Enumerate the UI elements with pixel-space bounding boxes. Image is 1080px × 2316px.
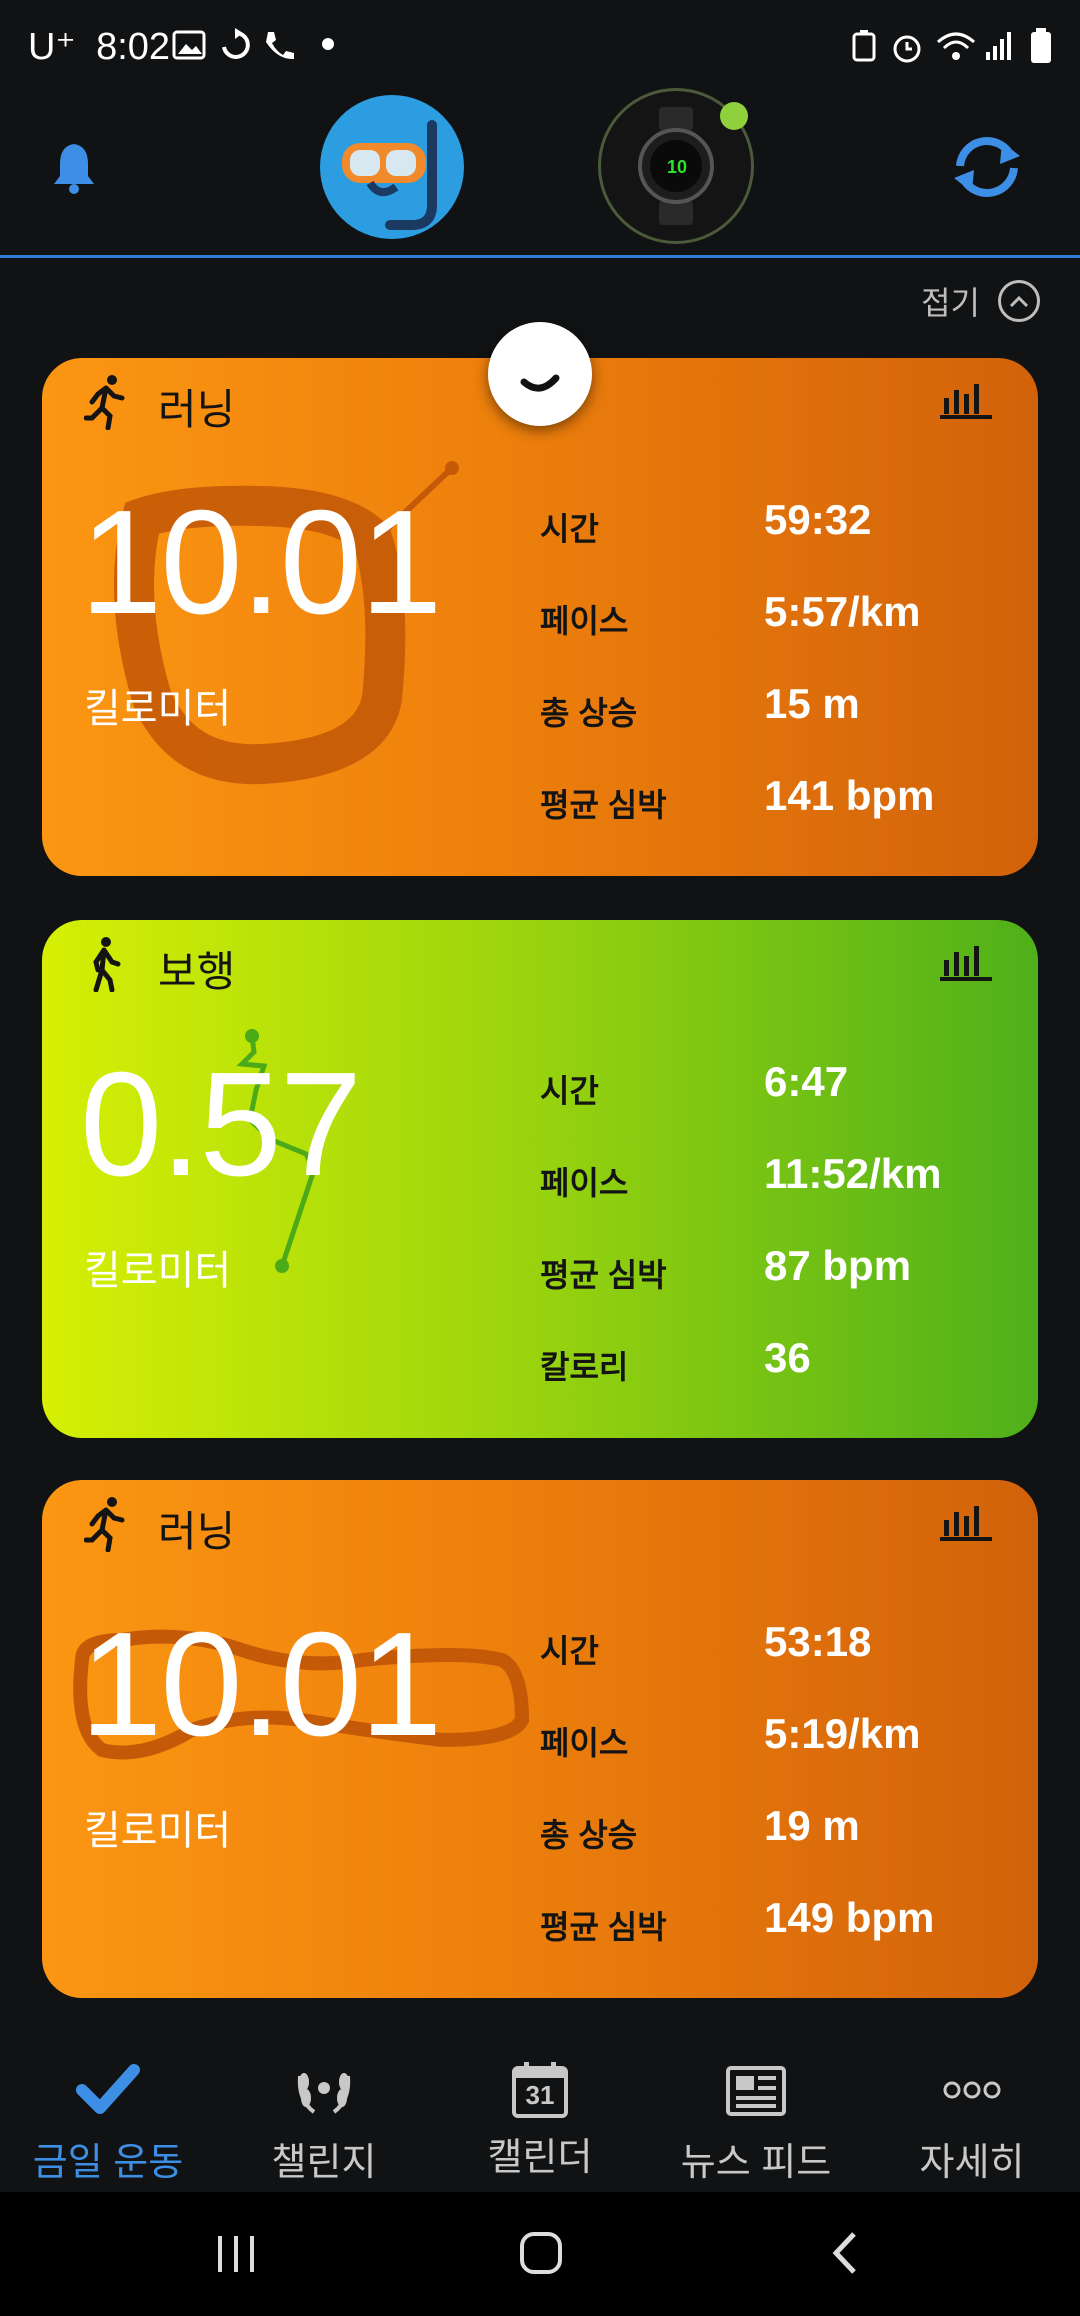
activity-card-running-1[interactable]: 러닝 10.01 킬로미터 시간 59:32 페이스 5:57/km 총 상승 … [42, 358, 1038, 876]
nav-calendar[interactable]: 31 캘린더 [432, 2062, 648, 2181]
more-icon [943, 2081, 1001, 2099]
calendar-day: 31 [525, 2080, 555, 2110]
collapse-toggle[interactable]: 접기 [921, 278, 1040, 324]
stat-label: 페이스 [540, 603, 629, 639]
activity-card-running-2[interactable]: 러닝 10.01 킬로미터 시간 53:18 페이스 5:19/km 총 상승 … [42, 1480, 1038, 1998]
nav-challenges[interactable]: 챌린지 [216, 2062, 432, 2186]
nav-label: 캘린더 [487, 2137, 593, 2179]
distance-unit: 킬로미터 [84, 1809, 232, 1853]
gallery-icon [172, 30, 206, 65]
nav-more[interactable]: 자세히 [864, 2062, 1080, 2186]
alarm-icon [890, 30, 924, 69]
stat-label: 총 상승 [540, 695, 638, 731]
collapse-label: 접기 [921, 285, 980, 321]
stat-label: 평균 심박 [540, 1909, 667, 1945]
notification-dot [322, 38, 334, 50]
back-icon[interactable] [828, 2230, 862, 2281]
sync-status-icon [218, 28, 252, 67]
stat-label: 페이스 [540, 1165, 629, 1201]
activity-type: 러닝 [158, 386, 236, 433]
device-connected-indicator [720, 102, 748, 130]
stat-value: 141 bpm [764, 772, 935, 819]
running-icon [84, 375, 125, 430]
walking-icon [93, 937, 121, 992]
call-icon [262, 28, 302, 67]
stat-label: 칼로리 [540, 1349, 629, 1385]
stat-value: 19 m [764, 1802, 860, 1849]
stat-value: 5:57/km [764, 588, 921, 635]
stat-value: 59:32 [764, 496, 872, 543]
battery-icon [1030, 28, 1052, 69]
activity-type: 보행 [158, 948, 236, 995]
svg-text:10: 10 [667, 157, 687, 177]
nav-label: 금일 운동 [32, 2142, 184, 2184]
running-icon [84, 1497, 125, 1552]
stat-value: 15 m [764, 680, 860, 727]
distance-unit: 킬로미터 [84, 687, 232, 731]
signal-icon [984, 30, 1014, 67]
wifi-icon [936, 30, 976, 67]
stat-value: 11:52/km [764, 1150, 942, 1197]
nav-news-feed[interactable]: 뉴스 피드 [648, 2062, 864, 2186]
stat-value: 5:19/km [764, 1710, 921, 1757]
stat-label: 페이스 [540, 1725, 629, 1761]
stat-value: 36 [764, 1334, 811, 1381]
stat-label: 평균 심박 [540, 1257, 667, 1293]
stat-value: 6:47 [764, 1058, 849, 1105]
newspaper-icon [726, 2066, 786, 2116]
stat-label: 시간 [540, 1073, 599, 1109]
nav-label: 뉴스 피드 [680, 2142, 832, 2184]
nav-label: 챌린지 [271, 2142, 377, 2184]
stat-label: 평균 심박 [540, 787, 667, 823]
activity-type: 러닝 [158, 1508, 236, 1555]
app-header [0, 95, 1080, 258]
recent-apps-icon[interactable] [214, 2232, 260, 2281]
battery-saver-icon [850, 30, 878, 67]
distance-value: 10.01 [80, 480, 442, 645]
chevron-up-icon [998, 280, 1040, 322]
stat-value: 53:18 [764, 1618, 872, 1665]
stat-label: 총 상승 [540, 1817, 638, 1853]
nav-label: 자세히 [919, 2142, 1025, 2184]
laurel-icon [297, 2073, 351, 2114]
stats-icon[interactable] [940, 380, 992, 420]
carrier-label: U⁺ [28, 26, 76, 68]
distance-value: 0.57 [80, 1042, 362, 1207]
home-icon[interactable] [518, 2230, 564, 2281]
distance-unit: 킬로미터 [84, 1249, 232, 1293]
status-bar: U⁺ 8:02 [0, 0, 1080, 95]
refresh-spinner [488, 322, 592, 426]
sync-icon[interactable] [950, 136, 1024, 203]
nav-today[interactable]: 금일 운동 [0, 2062, 216, 2186]
check-icon [76, 2064, 140, 2114]
distance-value: 10.01 [80, 1602, 442, 1767]
activity-card-walking[interactable]: 보행 0.57 킬로미터 시간 6:47 페이스 11:52/km 평균 심박 … [42, 920, 1038, 1438]
stat-value: 149 bpm [764, 1894, 935, 1941]
stat-label: 시간 [540, 1633, 599, 1669]
bell-icon[interactable] [50, 140, 98, 199]
stats-icon[interactable] [940, 942, 992, 982]
stats-icon[interactable] [940, 1502, 992, 1542]
avatar[interactable] [320, 95, 464, 239]
snorkel-mask-icon [342, 120, 437, 230]
stat-label: 시간 [540, 511, 599, 547]
clock: 8:02 [96, 26, 171, 68]
stat-value: 87 bpm [764, 1242, 912, 1289]
status-time: U⁺ 8:02 [28, 24, 170, 69]
calendar-icon: 31 [508, 2062, 572, 2118]
